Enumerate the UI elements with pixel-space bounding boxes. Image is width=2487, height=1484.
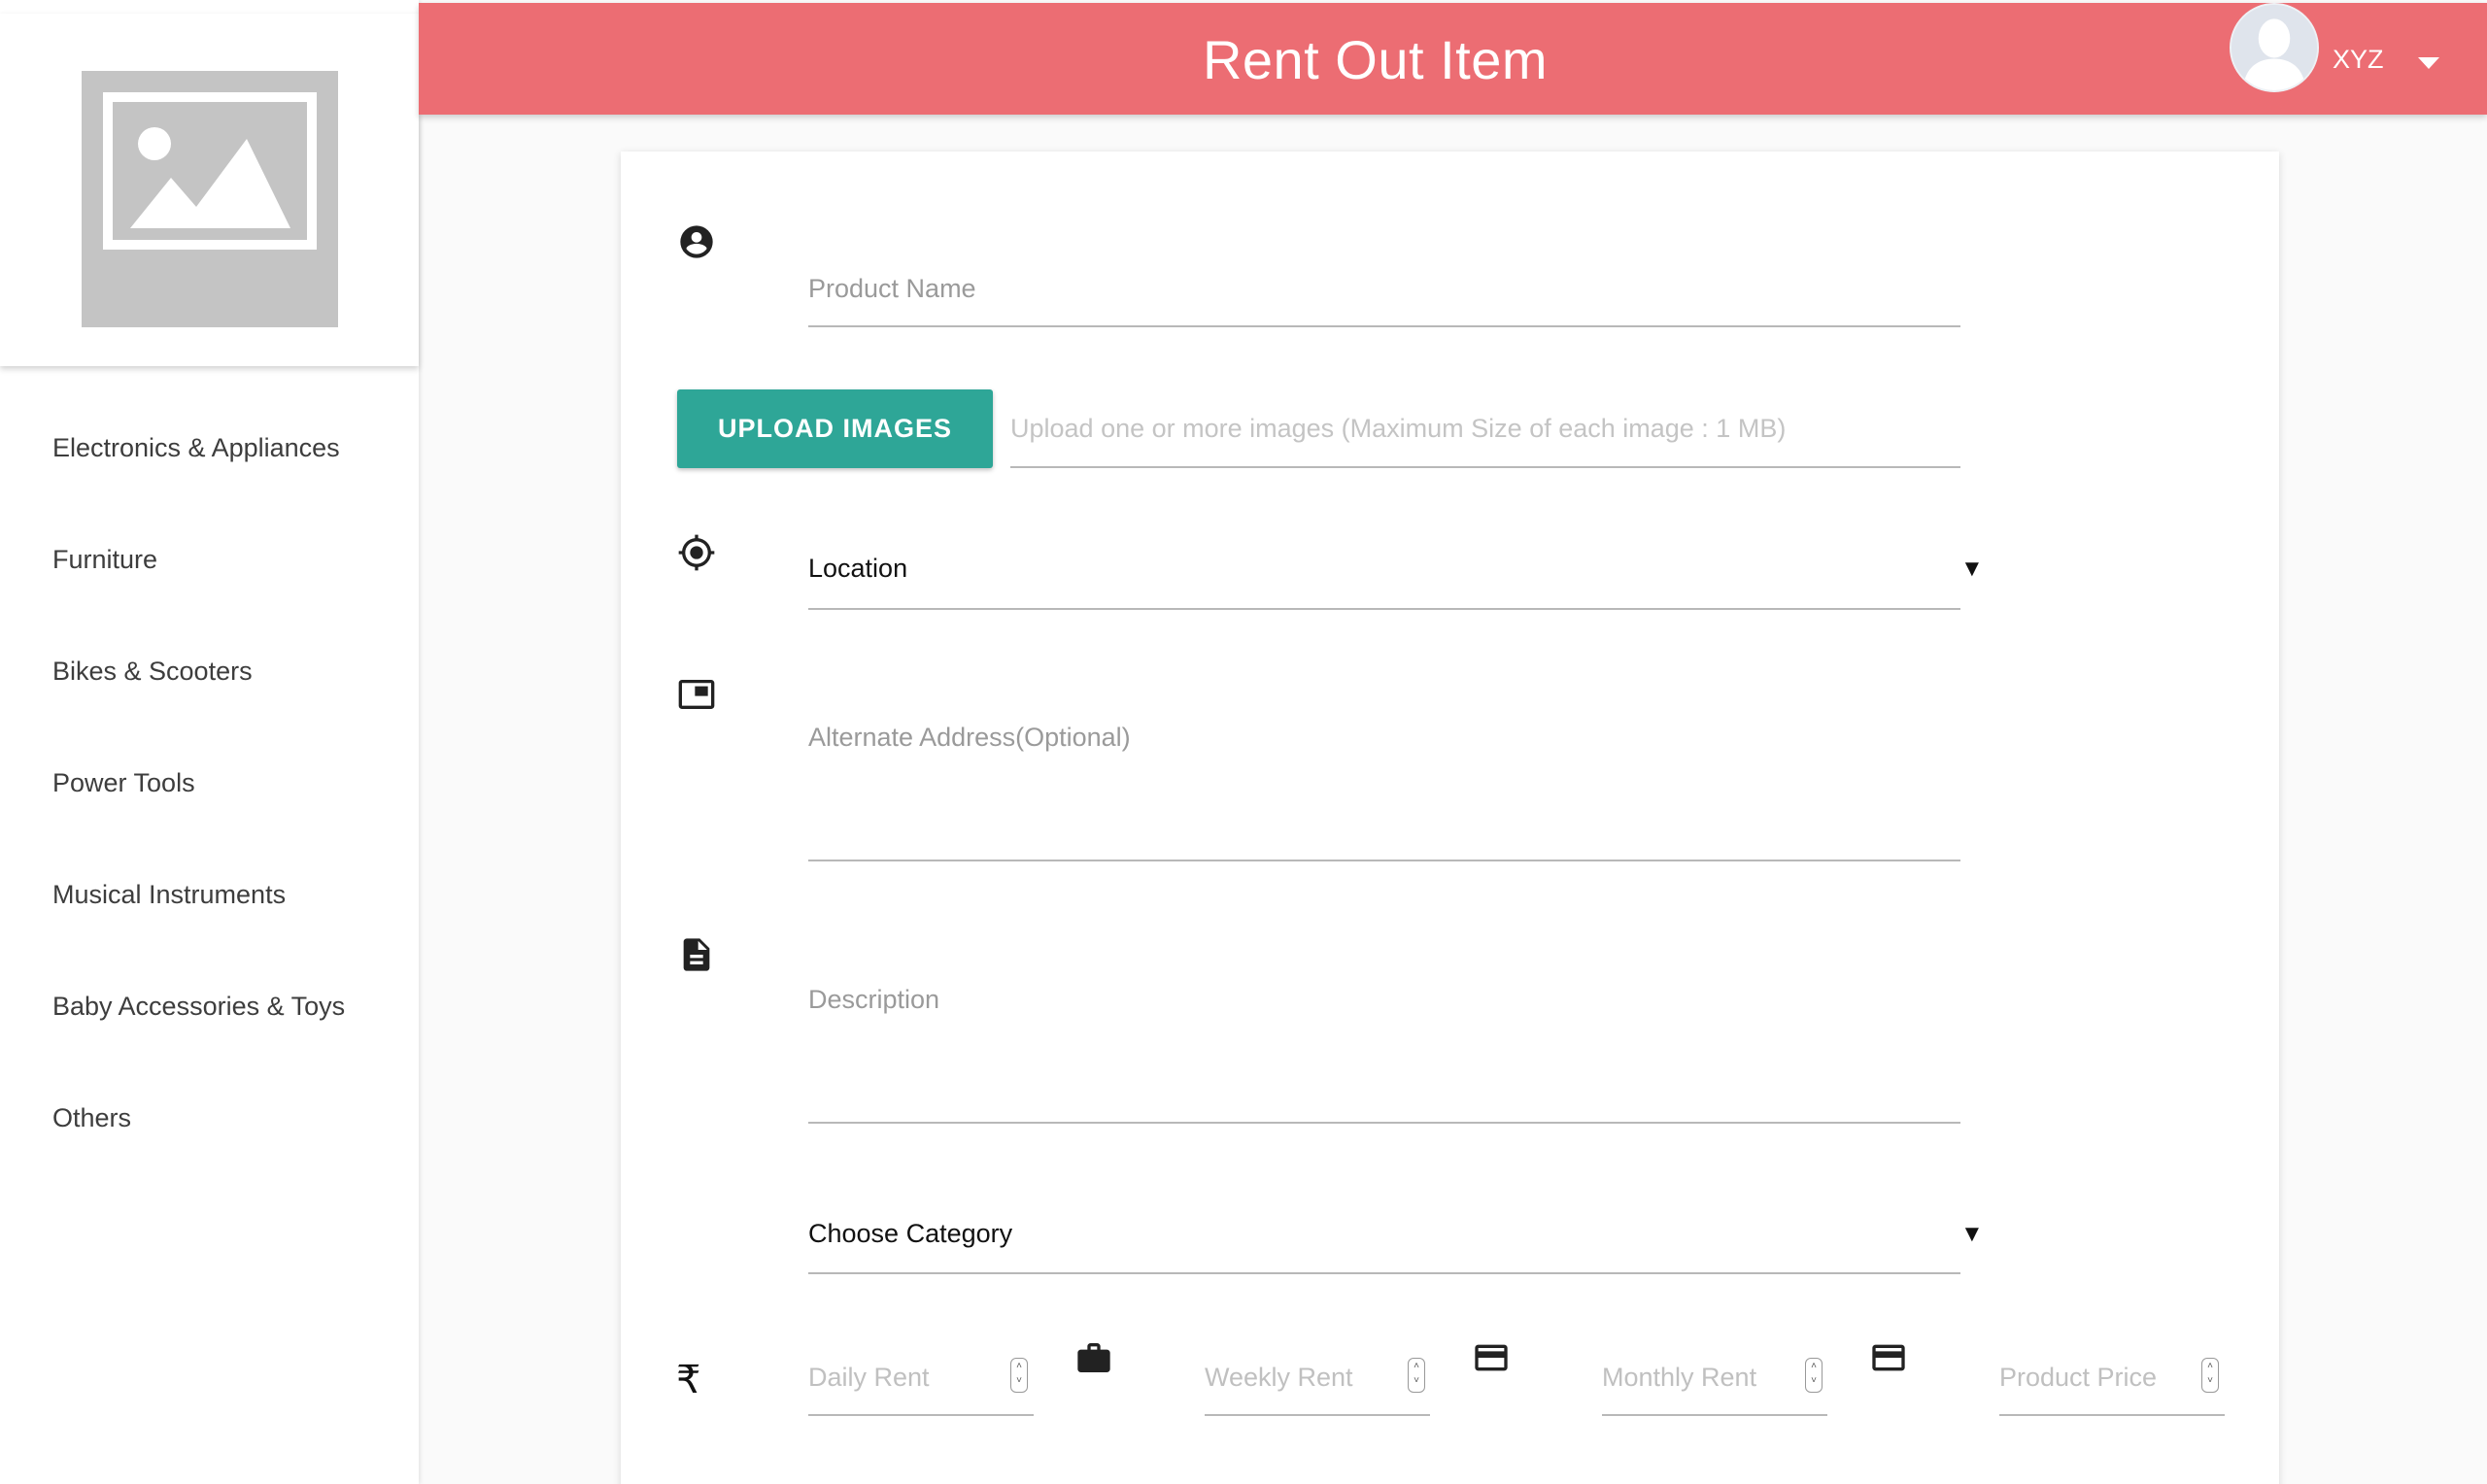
weekly-rent-input[interactable]: Weekly Rent	[1205, 1363, 1353, 1393]
upload-hint-text: Upload one or more images (Maximum Size …	[1010, 414, 1787, 443]
my-location-icon	[677, 533, 716, 572]
monthly-rent-stepper[interactable]: ˄ ˅	[1805, 1358, 1823, 1393]
user-silhouette-icon	[2231, 5, 2317, 90]
location-select[interactable]: Location	[808, 554, 907, 584]
sidebar-item-musical[interactable]: Musical Instruments	[52, 880, 286, 910]
category-underline	[808, 1272, 1960, 1274]
account-circle-icon	[677, 222, 716, 261]
upload-images-button[interactable]: UPLOAD IMAGES	[677, 389, 993, 468]
product-name-underline	[808, 325, 1960, 327]
sidebar-item-power-tools[interactable]: Power Tools	[52, 768, 195, 798]
alternate-address-textarea[interactable]: Alternate Address(Optional)	[808, 723, 1131, 753]
sidebar-item-furniture[interactable]: Furniture	[52, 545, 157, 575]
weekly-rent-underline	[1205, 1414, 1430, 1416]
alternate-address-underline	[808, 860, 1960, 861]
picture-in-picture-icon	[677, 675, 716, 714]
description-underline	[808, 1122, 1960, 1124]
product-price-underline	[1999, 1414, 2225, 1416]
product-price-stepper[interactable]: ˄ ˅	[2201, 1358, 2219, 1393]
avatar[interactable]	[2230, 3, 2319, 92]
product-name-input[interactable]: Product Name	[808, 274, 976, 304]
app-header: Rent Out Item XYZ	[419, 3, 2487, 115]
credit-card-icon	[1869, 1338, 1908, 1377]
daily-rent-stepper[interactable]: ˄ ˅	[1010, 1358, 1028, 1393]
rupee-icon: ₹	[676, 1359, 701, 1401]
image-placeholder-icon	[82, 71, 338, 327]
credit-card-icon	[1472, 1338, 1511, 1377]
daily-rent-input[interactable]: Daily Rent	[808, 1363, 930, 1393]
category-dropdown-icon[interactable]: ▼	[1960, 1221, 1984, 1248]
description-textarea[interactable]: Description	[808, 985, 939, 1015]
upload-hint-underline	[1010, 466, 1960, 468]
user-menu-caret-icon[interactable]	[2418, 57, 2439, 69]
location-dropdown-icon[interactable]: ▼	[1960, 556, 1984, 583]
user-name[interactable]: XYZ	[2333, 45, 2384, 75]
sidebar-item-bikes[interactable]: Bikes & Scooters	[52, 657, 253, 687]
sidebar: Electronics & Appliances Furniture Bikes…	[0, 0, 419, 1484]
monthly-rent-underline	[1602, 1414, 1827, 1416]
product-price-input[interactable]: Product Price	[1999, 1363, 2157, 1393]
daily-rent-underline	[808, 1414, 1034, 1416]
category-select[interactable]: Choose Category	[808, 1219, 1012, 1249]
briefcase-icon	[1074, 1338, 1113, 1377]
location-underline	[808, 608, 1960, 610]
description-icon	[677, 935, 716, 974]
logo-placeholder	[0, 14, 419, 366]
sidebar-item-others[interactable]: Others	[52, 1103, 131, 1133]
sidebar-item-electronics[interactable]: Electronics & Appliances	[52, 433, 340, 463]
monthly-rent-input[interactable]: Monthly Rent	[1602, 1363, 1756, 1393]
weekly-rent-stepper[interactable]: ˄ ˅	[1408, 1358, 1425, 1393]
sidebar-item-baby[interactable]: Baby Accessories & Toys	[52, 992, 345, 1022]
page-title: Rent Out Item	[1202, 29, 1549, 90]
